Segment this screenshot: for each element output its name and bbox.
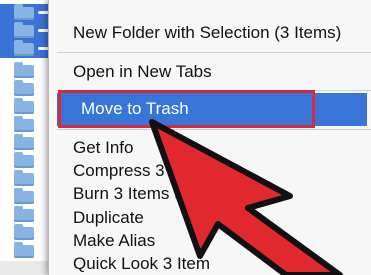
menu-item-duplicate[interactable]: Duplicate [73, 208, 144, 228]
folder-icon [14, 80, 34, 96]
folder-icon [14, 98, 34, 114]
folder-icon [14, 134, 34, 150]
pointer-arrow-icon [149, 119, 343, 275]
menu-item-open-in-new-tabs[interactable]: Open in New Tabs [73, 62, 212, 82]
folder-icon [14, 40, 34, 56]
finder-bottom-bar [0, 261, 48, 275]
folder-icon [14, 4, 34, 20]
folder-icon [14, 170, 34, 186]
folder-icon [14, 206, 34, 222]
folder-icon [14, 152, 34, 168]
folder-icon [14, 62, 34, 78]
folder-icon [14, 188, 34, 204]
menu-item-new-folder-with-selection[interactable]: New Folder with Selection (3 Items) [73, 23, 341, 43]
menu-item-get-info[interactable]: Get Info [73, 138, 133, 158]
folder-icon [14, 224, 34, 240]
folder-icon [14, 22, 34, 38]
menu-separator [57, 52, 371, 53]
folder-icon [14, 242, 34, 258]
folder-icon [14, 116, 34, 132]
